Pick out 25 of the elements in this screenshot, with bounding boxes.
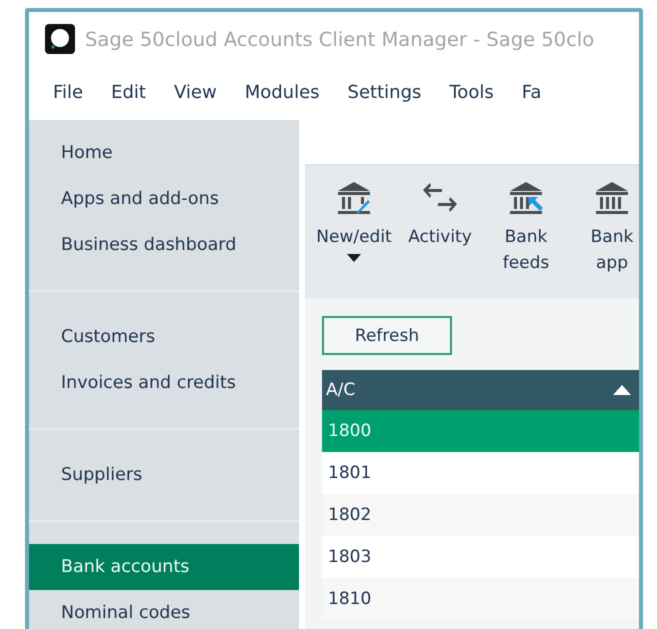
table-row[interactable]: 1802 [322, 494, 639, 536]
sidebar-item[interactable]: Invoices and credits [29, 360, 299, 406]
refresh-button[interactable]: Refresh [322, 316, 452, 355]
toolbar-button[interactable]: Bank feeds [483, 166, 569, 298]
window-title: Sage 50cloud Accounts Client Manager - Sage 50clo [85, 28, 594, 50]
menu-item[interactable]: Settings [348, 82, 422, 102]
toolbar-button[interactable]: Activity [397, 166, 483, 298]
sidebar-item[interactable]: Business dashboard [29, 222, 299, 268]
menu-item[interactable]: Modules [244, 82, 320, 102]
sidebar-item[interactable]: Bank accounts [29, 544, 299, 590]
app-logo-icon [45, 24, 75, 54]
toolbar-button[interactable]: New/edit [311, 166, 397, 298]
table-row[interactable]: 1810 [322, 578, 639, 620]
sidebar-item[interactable]: Customers [29, 314, 299, 360]
toolbar-button[interactable]: Bank app [569, 166, 639, 298]
menu-item[interactable]: Edit [111, 82, 146, 102]
menu-item[interactable]: View [174, 82, 217, 102]
menu-item[interactable]: Fa [522, 82, 542, 102]
sidebar-item[interactable]: Home [29, 130, 299, 176]
sidebar-item[interactable]: Nominal codes [29, 590, 299, 629]
sidebar-item[interactable]: Apps and add-ons [29, 176, 299, 222]
menu-item[interactable]: File [53, 82, 84, 102]
menu-item[interactable]: Tools [449, 82, 494, 102]
sidebar-item[interactable]: Suppliers [29, 452, 299, 498]
column-header[interactable]: A/C [326, 380, 356, 400]
